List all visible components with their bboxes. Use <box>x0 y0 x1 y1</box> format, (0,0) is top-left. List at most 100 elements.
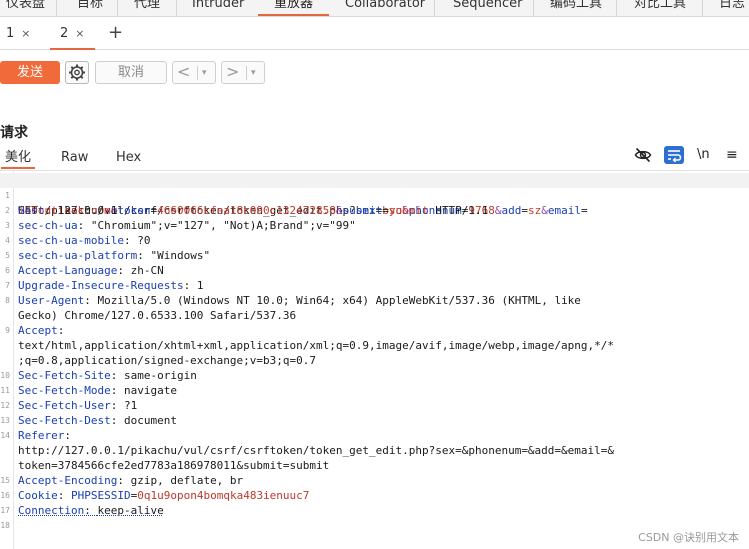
tab-intruder[interactable]: Intruder <box>192 0 244 16</box>
tab-separator <box>533 0 534 16</box>
prev-request-button[interactable]: < ▾ <box>172 61 216 84</box>
line-number: 13 <box>0 416 10 425</box>
header-value: 127.0.0.1 <box>57 204 118 217</box>
settings-button[interactable] <box>65 61 89 84</box>
header-name: User-Agent <box>18 294 85 307</box>
tab-collaborator[interactable]: Collaborator <box>345 0 425 16</box>
cancel-button[interactable]: 取消 <box>95 61 167 84</box>
editor-line: Gecko) Chrome/127.0.6533.100 Safari/537.… <box>0 308 749 323</box>
repeater-tab-label: 2 <box>60 26 69 41</box>
editor-line: 1 GET /pikachu/vul/csrf/csrftoken/token_… <box>0 173 749 217</box>
line-number: 3 <box>5 221 10 230</box>
wrap-icon <box>668 150 682 163</box>
line-number: 15 <box>0 476 10 485</box>
show-newlines-button[interactable]: \n <box>697 146 710 164</box>
tab-dashboard[interactable]: 仪表盘 <box>6 0 45 16</box>
editor-line: text/html,application/xhtml+xml,applicat… <box>0 338 749 353</box>
header-name: Accept-Language <box>18 264 118 277</box>
header-name: Cookie <box>18 489 58 502</box>
line-number: 12 <box>0 401 10 410</box>
editor-line: http://127.0.0.1/pikachu/vul/csrf/csrfto… <box>0 443 749 458</box>
editor-line: 9 Accept: <box>0 323 749 338</box>
tab-sequencer[interactable]: Sequencer <box>453 0 522 16</box>
editor-line: 13 Sec-Fetch-Dest: document <box>0 414 177 427</box>
tab-comparer[interactable]: 对比工具 <box>634 0 686 16</box>
header-value: same-origin <box>123 369 197 382</box>
header-name: Sec-Fetch-Mode <box>18 384 111 397</box>
tab-hex[interactable]: Hex <box>116 150 141 165</box>
header-value: Gecko) Chrome/127.0.6533.100 Safari/537.… <box>18 309 297 322</box>
editor-line: %40outlook.com&token=4660066cfea18c090c1… <box>0 188 749 217</box>
header-name: Upgrade-Insecure-Requests <box>18 279 184 292</box>
header-value: gzip, deflate, br <box>130 474 244 487</box>
chevron-down-icon[interactable]: ▾ <box>251 64 256 82</box>
line-number: 14 <box>0 431 10 440</box>
menu-icon[interactable]: ≡ <box>726 146 738 164</box>
tab-target[interactable]: 目标 <box>77 0 103 16</box>
header-value: http://127.0.0.1/pikachu/vul/csrf/csrfto… <box>18 444 615 457</box>
header-name: Connection <box>18 504 85 517</box>
tab-separator <box>434 0 435 16</box>
header-name: Accept-Encoding <box>18 474 118 487</box>
chevron-left-icon: < <box>177 62 191 81</box>
header-name: Sec-Fetch-User <box>18 399 111 412</box>
header-value: token=3784566cfe2ed7783a186978011&submit… <box>18 459 330 472</box>
close-icon[interactable]: × <box>75 27 84 40</box>
editor-line: 4 sec-ch-ua-mobile: ?0 <box>0 233 749 248</box>
cookie-name: PHPSESSID <box>71 489 131 502</box>
chevron-down-icon[interactable]: ▾ <box>202 64 207 82</box>
next-request-button[interactable]: > ▾ <box>221 61 265 84</box>
line-number: 2 <box>5 206 10 215</box>
line-number: 10 <box>0 371 10 380</box>
editor-line: 16 Cookie: PHPSESSID=0q1u9opon4bomqka483i… <box>0 489 310 502</box>
editor-line: 8 User-Agent: Mozilla/5.0 (Windows NT 10.… <box>0 293 749 308</box>
word-wrap-button[interactable] <box>664 146 684 164</box>
tab-separator <box>616 0 617 16</box>
tab-separator <box>176 0 177 16</box>
line-number: 7 <box>5 281 10 290</box>
header-value: 1 <box>196 279 204 292</box>
header-name: Sec-Fetch-Dest <box>18 414 111 427</box>
editor-line: 7 Upgrade-Insecure-Requests: 1 <box>0 278 749 293</box>
header-value: text/html,application/xhtml+xml,applicat… <box>18 339 615 352</box>
line-number: 9 <box>5 326 10 335</box>
header-value: Mozilla/5.0 (Windows NT 10.0; Win64; x64… <box>97 294 581 307</box>
editor-line: 12 Sec-Fetch-User: ?1 <box>0 399 138 412</box>
tab-divider <box>0 170 749 171</box>
header-value: zh-CN <box>130 264 164 277</box>
request-editor[interactable]: 1 GET /pikachu/vul/csrf/csrftoken/token_… <box>0 173 749 533</box>
main-tab-bar: 仪表盘 目标 代理 Intruder 重放器 Collaborator Sequ… <box>0 0 749 17</box>
watermark: CSDN @诀别用文本 <box>638 531 739 544</box>
repeater-tab-1[interactable]: 1 × <box>6 24 31 46</box>
tab-decoder[interactable]: 编码工具 <box>550 0 602 16</box>
add-tab-icon[interactable]: + <box>108 24 123 42</box>
editor-line: 15 Accept-Encoding: gzip, deflate, br <box>0 474 244 487</box>
editor-line: 14 Referer: <box>0 429 71 442</box>
tab-separator <box>117 0 118 16</box>
editor-line: 18 <box>0 518 749 533</box>
send-button[interactable]: 发送 <box>0 61 60 84</box>
header-name: Referer <box>18 429 65 442</box>
tab-pretty[interactable]: 美化 <box>0 150 36 169</box>
line-number: 16 <box>0 491 10 500</box>
header-value: keep-alive <box>97 504 164 517</box>
divider <box>197 66 198 80</box>
tab-logger[interactable]: 日志 <box>719 0 745 16</box>
header-value: navigate <box>123 384 177 397</box>
editor-line: ;q=0.8,application/signed-exchange;v=b3;… <box>0 353 749 368</box>
header-value: ;q=0.8,application/signed-exchange;v=b3;… <box>18 354 317 367</box>
editor-line: 6 Accept-Language: zh-CN <box>0 263 749 278</box>
tab-proxy[interactable]: 代理 <box>134 0 160 16</box>
tab-separator <box>56 0 57 16</box>
hide-eye-icon[interactable] <box>634 146 652 164</box>
header-value: ?1 <box>123 399 138 412</box>
tab-raw[interactable]: Raw <box>61 150 88 165</box>
header-value: document <box>123 414 177 427</box>
header-value: ?0 <box>137 234 151 247</box>
line-number: 18 <box>0 521 10 530</box>
editor-line: 17 Connection: keep-alive <box>0 504 164 517</box>
close-icon[interactable]: × <box>21 27 30 40</box>
tab-repeater[interactable]: 重放器 <box>257 0 330 16</box>
line-number: 5 <box>5 251 10 260</box>
repeater-tab-2[interactable]: 2 × <box>50 24 94 50</box>
